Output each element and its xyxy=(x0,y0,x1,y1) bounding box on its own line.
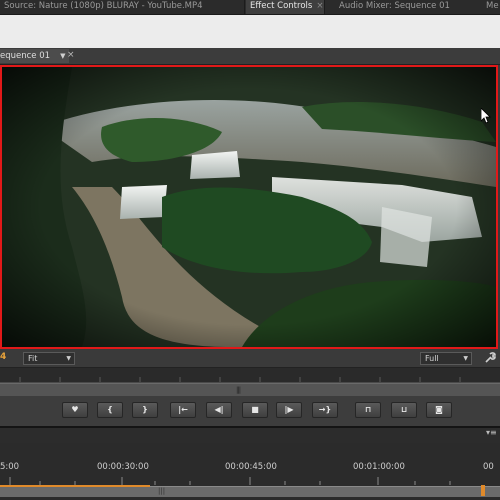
playhead-handle[interactable] xyxy=(481,485,485,496)
tab-source-label: Source: Nature (1080p) BLURAY - YouTube.… xyxy=(4,1,203,11)
step-back-icon: ◀| xyxy=(214,405,224,414)
zoom-select-value: Fit xyxy=(28,354,38,363)
sequence-tab-label: equence 01 xyxy=(0,51,51,61)
extract-icon: ⊔ xyxy=(400,405,408,414)
monitor-time-ruler[interactable] xyxy=(0,367,500,383)
step-forward-icon: |▶ xyxy=(284,405,294,414)
tab-effect-controls-label: Effect Controls xyxy=(250,1,313,11)
mark-out-button[interactable]: } xyxy=(132,402,158,418)
timeline-time-label: 00:00:30:00 xyxy=(97,462,149,472)
step-forward-button[interactable]: |▶ xyxy=(276,402,302,418)
stop-icon: ■ xyxy=(251,405,259,414)
step-back-button[interactable]: ◀| xyxy=(206,402,232,418)
timeline-time-label: 00:00:45:00 xyxy=(225,462,277,472)
monitor-zoom-scrollbar[interactable] xyxy=(0,383,500,397)
tab-audio-mixer[interactable]: Audio Mixer: Sequence 01 xyxy=(335,0,500,14)
panel-menu-icon[interactable]: ▾≡ xyxy=(486,428,497,437)
timeline-time-label: 00 xyxy=(483,462,494,472)
zoom-select[interactable]: Fit ▼ xyxy=(23,352,75,365)
mark-in-icon: { xyxy=(107,405,113,414)
tab-effect-controls[interactable]: Effect Controls × xyxy=(246,0,325,14)
extract-button[interactable]: ⊔ xyxy=(391,402,417,418)
panel-gap xyxy=(0,15,500,49)
quality-select-value: Full xyxy=(425,354,439,363)
program-monitor-header xyxy=(0,48,500,65)
tab-source-monitor[interactable]: Source: Nature (1080p) BLURAY - YouTube.… xyxy=(0,0,245,14)
go-to-in-button[interactable]: |← xyxy=(170,402,196,418)
marker-icon: ♥ xyxy=(71,405,79,414)
chevron-down-icon: ▼ xyxy=(66,355,71,362)
close-icon[interactable]: × xyxy=(67,50,75,60)
lift-button[interactable]: ⊓ xyxy=(355,402,381,418)
scrollbar-grip-icon[interactable]: ||| xyxy=(158,487,165,495)
camera-icon: ◙ xyxy=(435,405,443,414)
go-to-in-icon: |← xyxy=(178,405,188,414)
wrench-icon[interactable] xyxy=(484,352,496,367)
go-to-out-icon: →} xyxy=(318,405,332,414)
tab-audio-mixer-label: Audio Mixer: Sequence 01 xyxy=(339,1,450,11)
add-marker-button[interactable]: ♥ xyxy=(62,402,88,418)
waterfall-frame xyxy=(2,67,496,347)
mouse-pointer-icon xyxy=(480,107,491,127)
stop-button[interactable]: ■ xyxy=(242,402,268,418)
mark-out-icon: } xyxy=(142,405,148,414)
close-icon[interactable]: × xyxy=(316,1,323,11)
chevron-down-icon[interactable]: ▼ xyxy=(60,52,65,60)
go-to-out-button[interactable]: →} xyxy=(312,402,338,418)
timeline-ruler[interactable] xyxy=(0,475,500,485)
program-monitor-video[interactable] xyxy=(0,65,498,349)
scrollbar-grip-icon[interactable]: ||| xyxy=(236,386,241,394)
timeline-panel-header xyxy=(0,426,500,444)
playhead-timecode[interactable]: 4 xyxy=(0,352,6,362)
tab-metadata-label: Me xyxy=(486,1,499,11)
export-frame-button[interactable]: ◙ xyxy=(426,402,452,418)
quality-select[interactable]: Full ▼ xyxy=(420,352,472,365)
lift-icon: ⊓ xyxy=(364,405,372,414)
tab-program-sequence[interactable]: equence 01 ▼ xyxy=(0,49,70,63)
chevron-down-icon: ▼ xyxy=(463,355,468,362)
timeline-time-label: 00:01:00:00 xyxy=(353,462,405,472)
timeline-time-label: 5:00 xyxy=(0,462,20,472)
tab-metadata[interactable]: Me xyxy=(482,0,500,14)
work-area-bar[interactable] xyxy=(0,485,150,487)
timeline-scrollbar[interactable] xyxy=(0,486,500,497)
mark-in-button[interactable]: { xyxy=(97,402,123,418)
